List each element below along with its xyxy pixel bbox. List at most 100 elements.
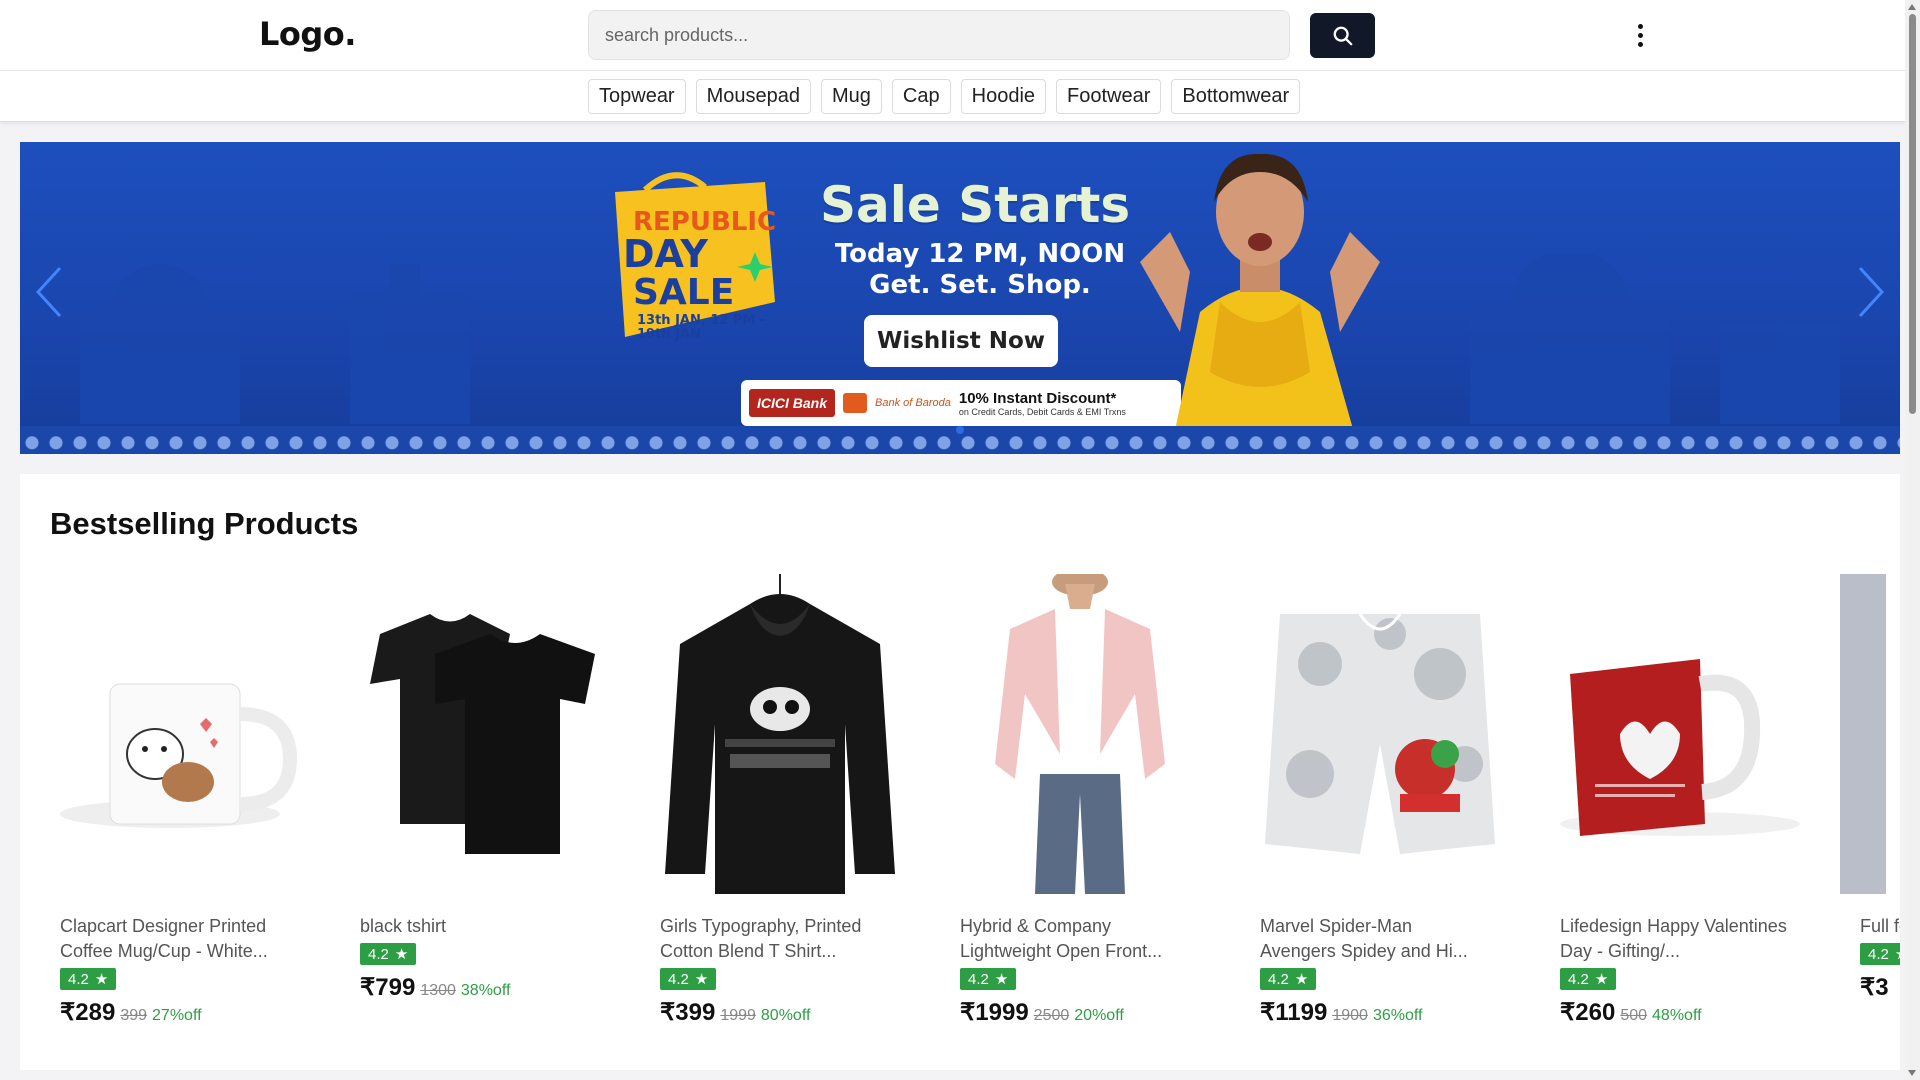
category-hoodie[interactable]: Hoodie [960, 79, 1047, 114]
product-price: ₹289 [60, 999, 116, 1026]
category-footwear[interactable]: Footwear [1056, 79, 1162, 114]
rating-value: 4.2 [668, 970, 689, 988]
price-row: ₹1999 2500 20%off [960, 998, 1220, 1027]
rating-value: 4.2 [1568, 970, 1589, 988]
product-price: ₹1199 [1260, 999, 1328, 1026]
logo[interactable]: Logo. [259, 15, 356, 53]
star-icon: ★ [1594, 971, 1609, 988]
carousel-next-icon[interactable] [1850, 262, 1890, 322]
rating-value: 4.2 [68, 970, 89, 988]
product-discount: 20%off [1074, 1007, 1124, 1024]
product-image[interactable] [1840, 574, 1900, 894]
star-icon: ★ [1895, 945, 1900, 963]
star-icon: ★ [94, 971, 109, 988]
product-discount: 27%off [152, 1007, 202, 1024]
banner-subtitle-1: Today 12 PM, NOON [834, 239, 1126, 269]
model-photo [1140, 153, 1380, 454]
product-mrp: 2500 [1033, 1007, 1070, 1024]
hero-banner[interactable]: REPUBLIC DAY SALE 13th JAN, 12 PM - 19th… [20, 142, 1900, 454]
product-name[interactable]: black tshirt [360, 914, 590, 939]
svg-text:19th JAN: 19th JAN [637, 327, 701, 342]
category-bottomwear[interactable]: Bottomwear [1171, 79, 1301, 114]
product-card[interactable]: Clapcart Designer Printed Coffee Mug/Cup… [40, 574, 320, 1027]
svg-text:SALE: SALE [633, 272, 734, 313]
rating-badge: 4.2 ★ [660, 968, 717, 990]
category-bar: Topwear Mousepad Mug Cap Hoodie Footwear Botto… [0, 71, 1905, 122]
banner-headline: Sale Starts [820, 176, 1131, 234]
star-icon: ★ [394, 946, 409, 963]
product-image[interactable] [340, 574, 620, 894]
product-name[interactable]: Full for [1860, 914, 1900, 939]
product-card[interactable]: black tshirt 4.2 ★ ₹799 1300 38%off [340, 574, 620, 1027]
kebab-menu-icon[interactable] [1630, 18, 1650, 52]
rating-value: 4.2 [1868, 945, 1889, 963]
rating-value: 4.2 [968, 970, 989, 988]
star-icon: ★ [1294, 971, 1309, 988]
search-button[interactable] [1310, 13, 1375, 58]
product-image[interactable] [1540, 574, 1820, 894]
rating-badge: 4.2 ★ [1260, 968, 1317, 990]
product-card[interactable]: Full for 4.2 ★ ₹3 [1840, 574, 1900, 1027]
product-mrp: 399 [120, 1007, 148, 1024]
category-mousepad[interactable]: Mousepad [695, 79, 812, 114]
category-topwear[interactable]: Topwear [588, 79, 686, 114]
bestselling-section: Bestselling Products Clapcart Designer P… [20, 474, 1900, 1070]
republic-day-sale-badge: REPUBLIC DAY SALE 13th JAN, 12 PM - 19th… [615, 172, 776, 342]
product-price: ₹3 [1860, 974, 1889, 1001]
product-mrp: 500 [1620, 1007, 1648, 1024]
product-discount: 48%off [1652, 1007, 1702, 1024]
product-image[interactable] [40, 574, 320, 894]
product-price: ₹1999 [960, 999, 1029, 1026]
scrollbar-thumb[interactable] [1909, 14, 1916, 414]
product-mrp: 1300 [420, 982, 456, 999]
product-image[interactable] [1240, 574, 1520, 894]
carousel-dot-active[interactable] [956, 426, 964, 434]
product-card[interactable]: Girls Typography, Printed Cotton Blend T… [640, 574, 920, 1027]
product-mrp: 1900 [1332, 1007, 1368, 1024]
rating-value: 4.2 [368, 945, 389, 963]
product-mrp: 1999 [720, 1007, 756, 1024]
product-name[interactable]: Hybrid & Company Lightweight Open Front.… [960, 914, 1190, 964]
scroll-up-icon[interactable] [1908, 4, 1916, 10]
star-icon: ★ [994, 971, 1009, 988]
carousel-prev-icon[interactable] [30, 262, 70, 322]
price-row: ₹260 500 48%off [1560, 998, 1820, 1027]
offer-title: 10% Instant Discount* [958, 389, 1117, 407]
product-price: ₹260 [1560, 999, 1616, 1026]
rating-badge: 4.2 ★ [60, 968, 117, 990]
banner-subtitle-2: Get. Set. Shop. [869, 270, 1091, 300]
star-icon: ★ [694, 971, 709, 988]
product-image[interactable] [640, 574, 920, 894]
search-icon [1333, 26, 1352, 45]
svg-text:13th JAN, 12 PM -: 13th JAN, 12 PM - [637, 313, 765, 328]
category-list: Topwear Mousepad Mug Cap Hoodie Footwear Botto… [588, 79, 1301, 114]
category-cap[interactable]: Cap [891, 79, 951, 114]
price-row: ₹399 1999 80%off [660, 998, 920, 1027]
product-name[interactable]: Girls Typography, Printed Cotton Blend T… [660, 914, 890, 964]
carousel-dots[interactable] [956, 426, 964, 434]
svg-text:DAY: DAY [623, 232, 708, 276]
price-row: ₹3 [1860, 973, 1900, 1002]
product-discount: 38%off [460, 982, 511, 999]
product-name[interactable]: Clapcart Designer Printed Coffee Mug/Cup… [60, 914, 290, 964]
product-card[interactable]: Hybrid & Company Lightweight Open Front.… [940, 574, 1220, 1027]
section-title: Bestselling Products [50, 506, 359, 541]
product-name[interactable]: Lifedesign Happy Valentines Day - Giftin… [1560, 914, 1790, 964]
page-scrollbar[interactable] [1905, 0, 1920, 1080]
scroll-down-icon[interactable] [1908, 1070, 1916, 1076]
product-card[interactable]: Lifedesign Happy Valentines Day - Giftin… [1540, 574, 1820, 1027]
product-carousel: Clapcart Designer Printed Coffee Mug/Cup… [40, 574, 1900, 1027]
price-row: ₹799 1300 38%off [360, 973, 620, 1002]
product-name[interactable]: Marvel Spider-Man Avengers Spidey and Hi… [1260, 914, 1490, 964]
rating-value: 4.2 [1268, 970, 1289, 988]
rating-badge: 4.2 ★ [360, 943, 417, 965]
bank-offer-strip: ICICI Bank Bank of Baroda 10% Instant Di… [741, 380, 1181, 426]
search-input[interactable] [588, 10, 1290, 60]
wishlist-now-button[interactable]: Wishlist Now [864, 315, 1058, 367]
icici-bank-logo: ICICI Bank [749, 389, 836, 417]
product-image[interactable] [940, 574, 1220, 894]
header: Logo. [0, 0, 1905, 71]
price-row: ₹289 399 27%off [60, 998, 320, 1027]
category-mug[interactable]: Mug [821, 79, 882, 114]
product-card[interactable]: Marvel Spider-Man Avengers Spidey and Hi… [1240, 574, 1520, 1027]
